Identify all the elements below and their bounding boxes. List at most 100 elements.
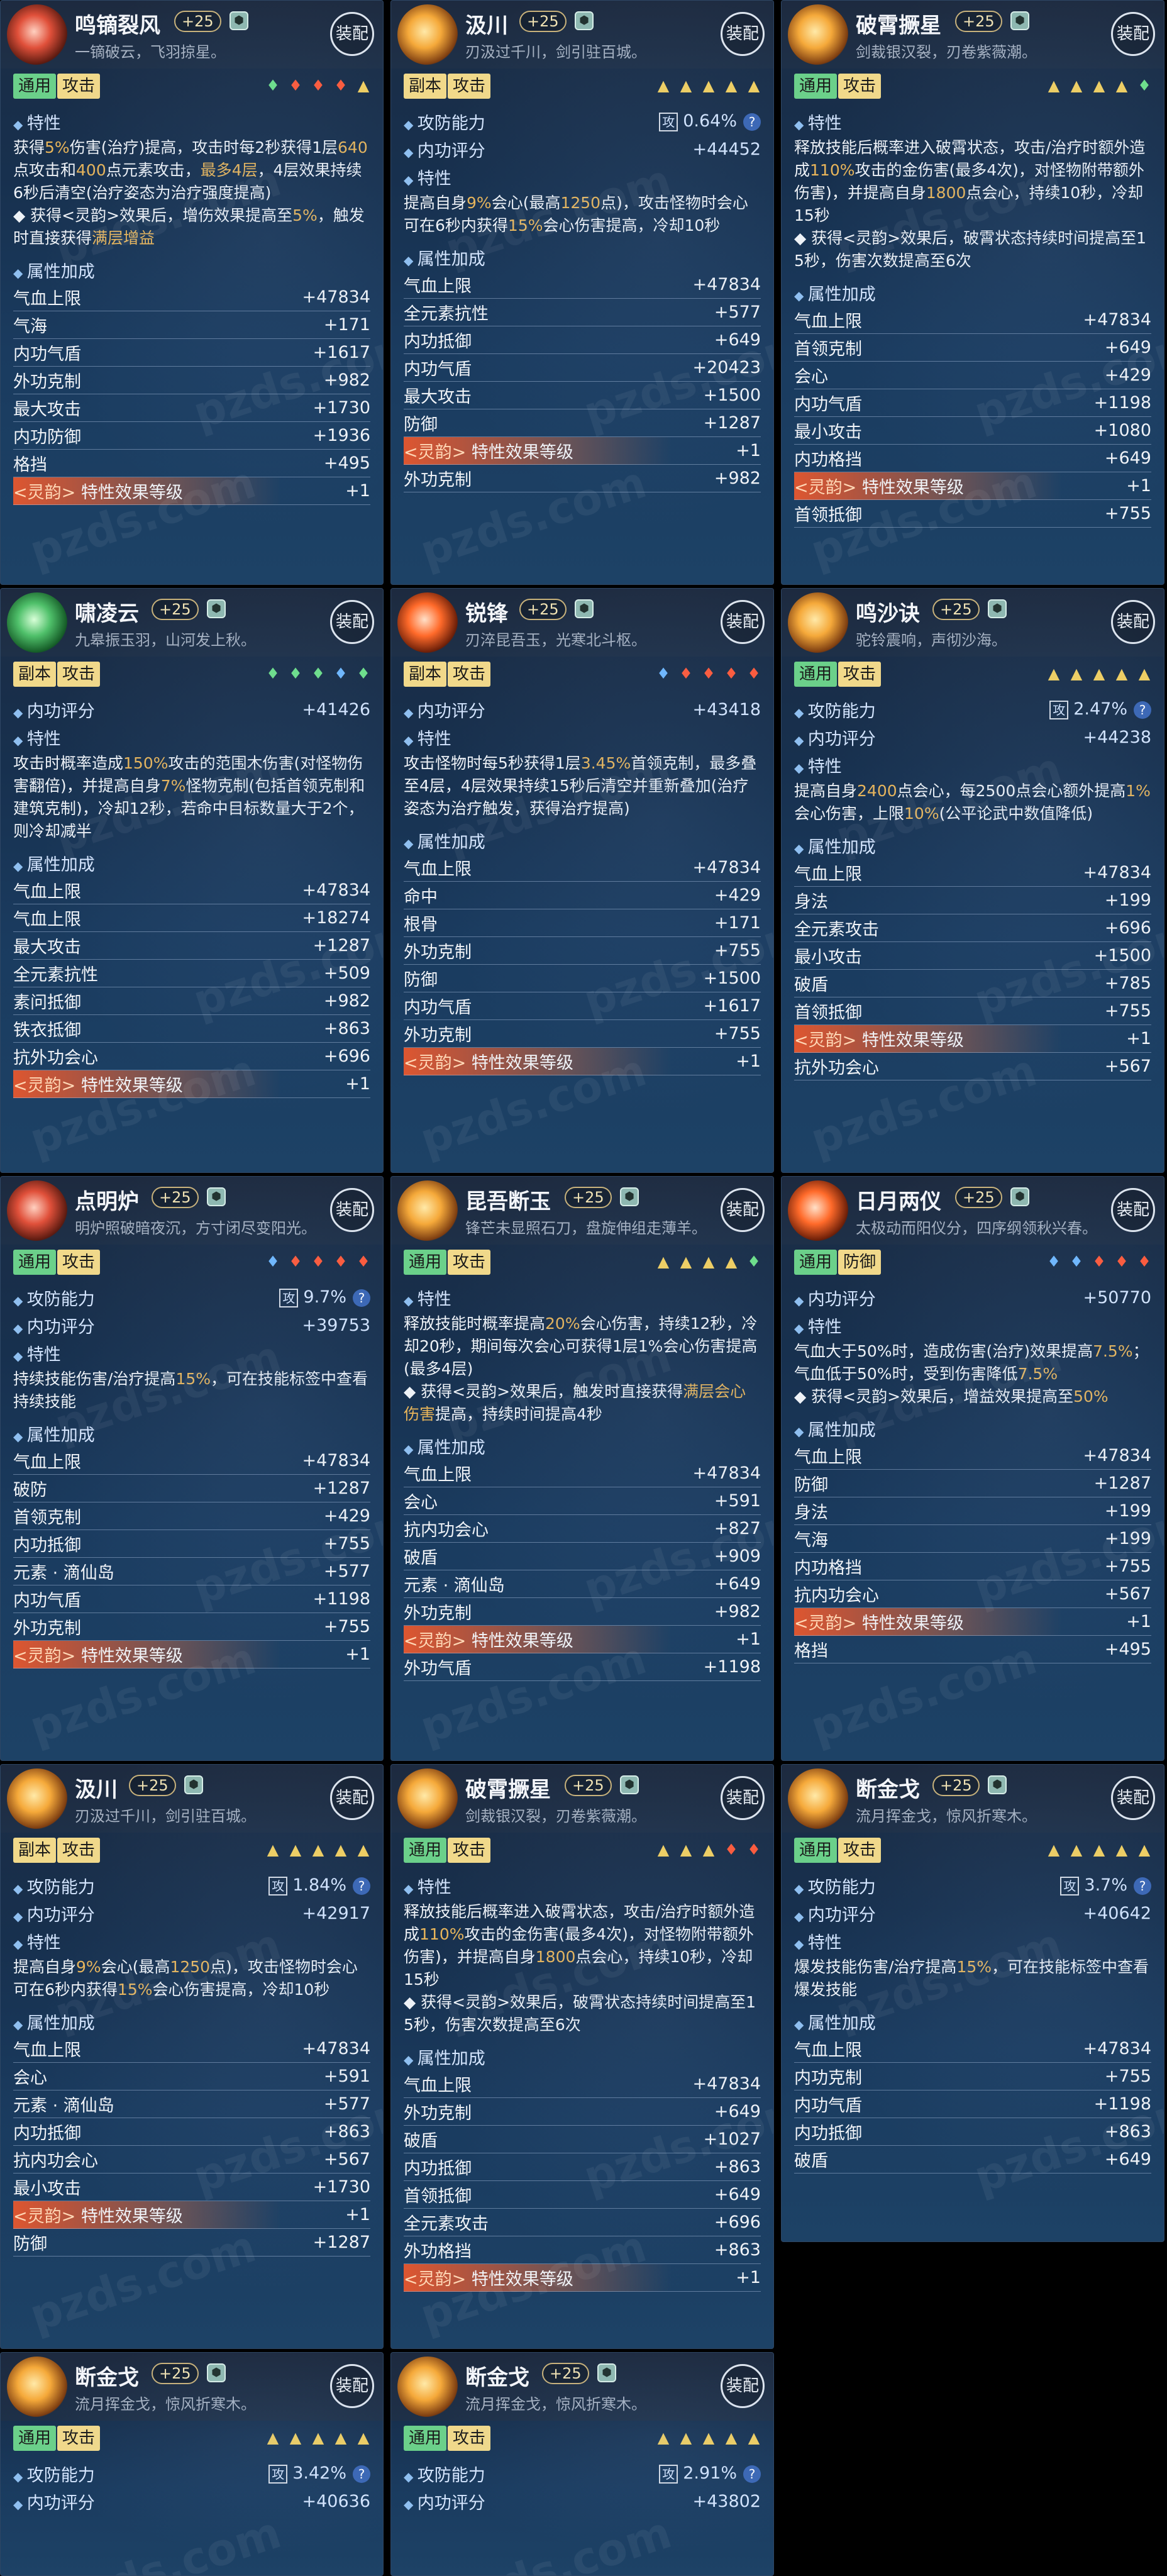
- gold-icon: ▲: [702, 2429, 715, 2446]
- equipment-card[interactable]: 日月两仪+25⬢太极动而阳仪分，四序纲领秋兴春。装配通用防御♦♦♦♦♦内功评分+…: [781, 1176, 1164, 1761]
- effect-value: +1: [736, 1052, 761, 1071]
- gem-icon: ⬢: [184, 1775, 203, 1794]
- help-icon[interactable]: ?: [353, 2465, 370, 2483]
- equipment-card[interactable]: 断金戈 +25 ⬢ 流月挥金戈，惊风折寒木。 装配通用攻击 ▲ ▲ ▲ ▲ ▲ 攻防能力攻 2.91%…: [390, 2352, 774, 2576]
- help-icon[interactable]: ?: [353, 1289, 370, 1307]
- card-body: 攻防能力攻 2.91%? 内功评分+43802: [404, 2460, 761, 2575]
- highlight-text: 50%: [1073, 1387, 1109, 1406]
- attr-row: 气血上限 +47834: [794, 1442, 1151, 1470]
- attr-value: +47834: [1083, 1446, 1151, 1465]
- level-badge: +25: [542, 2363, 589, 2384]
- equip-button[interactable]: 装配: [330, 2364, 374, 2408]
- stat-label: 内功评分: [794, 1285, 1083, 1310]
- gold-icon: ▲: [680, 1841, 692, 1858]
- section-label: 属性加成: [404, 2045, 761, 2069]
- highlight-text: 7%: [160, 777, 186, 795]
- attr-value: +1287: [312, 1479, 370, 1498]
- equipment-card[interactable]: 破霄撅星 +25 ⬢ 剑裁银汉裂，刃卷紫薇潮。 装配通用攻击 ▲ ▲ ▲ ▲ ♦ 特性释放技能后概率…: [781, 0, 1164, 585]
- equip-button[interactable]: 装配: [721, 1776, 765, 1820]
- attr-row: 外功克制 +649: [404, 2098, 761, 2126]
- tag-1: 攻击: [838, 662, 882, 687]
- stat-value-text: +44452: [692, 139, 761, 159]
- equip-button[interactable]: 装配: [1111, 12, 1155, 56]
- spirit-effect-label: <灵韵> 特性效果等级: [13, 1642, 345, 1667]
- item-name: 日月两仪: [856, 1189, 941, 1214]
- item-icon: [788, 4, 848, 65]
- desc-text: 释放技能时概率提高: [404, 1314, 546, 1333]
- equipment-card[interactable]: 锐锋+25⬢刃淬昆吾玉，光寒北斗枢。装配副本攻击♦♦♦♦♦内功评分+43418特…: [390, 588, 774, 1173]
- highlight-text: 15%: [117, 1980, 153, 1999]
- item-motto: 驼铃震响，声彻沙海。: [856, 631, 1007, 649]
- equipment-card[interactable]: 汲川 +25 ⬢ 刃汲过千川，剑引驻百城。 装配副本攻击 ▲ ▲ ▲ ▲ ▲ 攻防能力攻1.84%?…: [0, 1764, 384, 2349]
- attr-value: +171: [714, 913, 761, 933]
- section-trait: 特性: [794, 1311, 1151, 1339]
- attr-value: +1287: [312, 2233, 370, 2252]
- help-icon[interactable]: ?: [1134, 1877, 1151, 1895]
- attr-value: +755: [323, 1617, 370, 1636]
- equipment-card[interactable]: 断金戈 +25 ⬢ 流月挥金戈，惊风折寒木。 装配通用攻击 ▲ ▲ ▲ ▲ ▲ 攻防能力攻3.42%…: [0, 2352, 384, 2576]
- equipment-card[interactable]: 破霄撅星 +25 ⬢ 剑裁银汉裂，刃卷紫薇潮。 装配通用攻击 ▲ ▲ ▲ ♦ ♦ 特性释放技能后概率…: [390, 1764, 774, 2349]
- equipment-card[interactable]: 汲川 +25 ⬢ 刃汲过千川，剑引驻百城。 装配副本攻击 ▲ ▲ ▲ ▲ ▲ 攻防能力攻 0.64%?…: [390, 0, 774, 585]
- help-icon[interactable]: ?: [743, 2465, 761, 2483]
- help-icon[interactable]: ?: [353, 1877, 370, 1895]
- help-icon[interactable]: ?: [1134, 701, 1151, 719]
- stat-row: 内功评分+43802: [404, 2487, 761, 2515]
- stat-label: 攻防能力: [13, 1874, 268, 1898]
- gold-icon: ▲: [267, 2429, 279, 2446]
- desc-text: 提高自身: [13, 1958, 77, 1976]
- attr-row: 最大攻击 +1730: [13, 394, 370, 422]
- equip-button[interactable]: 装配: [721, 1188, 765, 1232]
- attr-value: +649: [1104, 2150, 1151, 2169]
- item-name: 锐锋: [465, 601, 508, 626]
- equipment-card[interactable]: 断金戈 +25 ⬢ 流月挥金戈，惊风折寒木。 装配通用攻击 ▲ ▲ ▲ ▲ ▲ 攻防能力攻3.7%?…: [781, 1764, 1164, 2242]
- equip-button[interactable]: 装配: [330, 12, 374, 56]
- tag-list: 通用 攻击: [13, 74, 101, 99]
- attr-row: 首领抵御 +755: [794, 500, 1151, 528]
- attr-value: +1027: [703, 2129, 761, 2149]
- spirit-effect-label: <灵韵> 特性效果等级: [13, 479, 345, 503]
- equip-button[interactable]: 装配: [1111, 1776, 1155, 1820]
- attr-label: 外功气盾: [404, 1659, 472, 1679]
- effect-value: +1: [345, 1645, 370, 1664]
- highlight-text: 5%: [45, 138, 70, 157]
- stat-value: +43418: [692, 700, 761, 719]
- equip-button[interactable]: 装配: [330, 600, 374, 644]
- attr-label: 气血上限: [404, 277, 472, 296]
- desc-text: 提高自身: [794, 782, 858, 800]
- equipment-card[interactable]: 点明炉 +25 ⬢ 明炉照破暗夜沉，方寸闭尽变阳光。装配通用攻击 ♦ ♦ ♦ ♦ ♦ 攻防能力攻9…: [0, 1176, 384, 1761]
- equip-button[interactable]: 装配: [721, 600, 765, 644]
- attr-label: 内功气盾: [13, 1591, 81, 1611]
- section-label: 特性: [404, 1285, 761, 1310]
- equip-button[interactable]: 装配: [1111, 1188, 1155, 1232]
- equip-button[interactable]: 装配: [721, 2364, 765, 2408]
- effect-name: 特性效果等级: [80, 1076, 183, 1096]
- equipment-card[interactable]: 鸣镝裂风+25⬢一镝破云，飞羽掠星。装配通用攻击♦♦♦♦▲特性获得5%伤害(治疗…: [0, 0, 384, 585]
- gold-icon: ▲: [702, 1253, 715, 1270]
- equip-button[interactable]: 装配: [330, 1776, 374, 1820]
- section-label: 特性: [794, 753, 1151, 777]
- highlight-text: 640: [338, 138, 368, 157]
- spirit-effect-label: <灵韵> 特性效果等级: [404, 2265, 736, 2290]
- equipment-card[interactable]: 鸣沙诀+25⬢驼铃震响，声彻沙海。装配通用攻击▲▲▲▲▲攻防能力攻2.47%?内…: [781, 588, 1164, 1173]
- spirit-effect-row: <灵韵> 特性效果等级 +1: [13, 1070, 370, 1098]
- attr-row: 内功抵御 +863: [13, 2118, 370, 2146]
- equipment-card[interactable]: 昆吾断玉 +25 ⬢ 锋芒未显照石刀，盘旋伸组走薄羊。装配通用攻击 ▲ ▲ ▲ ▲ ♦ 特性释放技…: [390, 1176, 774, 1761]
- attr-row: 气血上限 +47834: [13, 1447, 370, 1475]
- gold-icon: ▲: [725, 1253, 738, 1270]
- gold-icon: ▲: [1115, 77, 1128, 94]
- attr-row: 外功克制 +982: [404, 1598, 761, 1626]
- fire-icon: ♦: [311, 1253, 325, 1270]
- attr-row: 外功克制 +755: [13, 1613, 370, 1641]
- gem-icon: ⬢: [620, 1187, 639, 1206]
- attr-row: 破盾 +909: [404, 1543, 761, 1570]
- equipment-card[interactable]: 啸凌云 +25 ⬢ 九皋振玉羽，山河发上秋。 装配副本攻击 ♦ ♦ ♦ ♦ ♦ 内功评分+41426…: [0, 588, 384, 1173]
- attr-value: +982: [714, 469, 761, 488]
- equip-button[interactable]: 装配: [330, 1188, 374, 1232]
- attr-value: +1730: [312, 2177, 370, 2197]
- equip-button[interactable]: 装配: [721, 12, 765, 56]
- card-body: 内功评分+43418特性攻击怪物时每5秒获得1层3.45%首领克制，最多叠至4层…: [404, 696, 761, 1172]
- stat-label: 攻防能力: [794, 1874, 1060, 1898]
- equip-button[interactable]: 装配: [1111, 600, 1155, 644]
- help-icon[interactable]: ?: [743, 113, 761, 131]
- tag-1: 防御: [838, 1250, 882, 1275]
